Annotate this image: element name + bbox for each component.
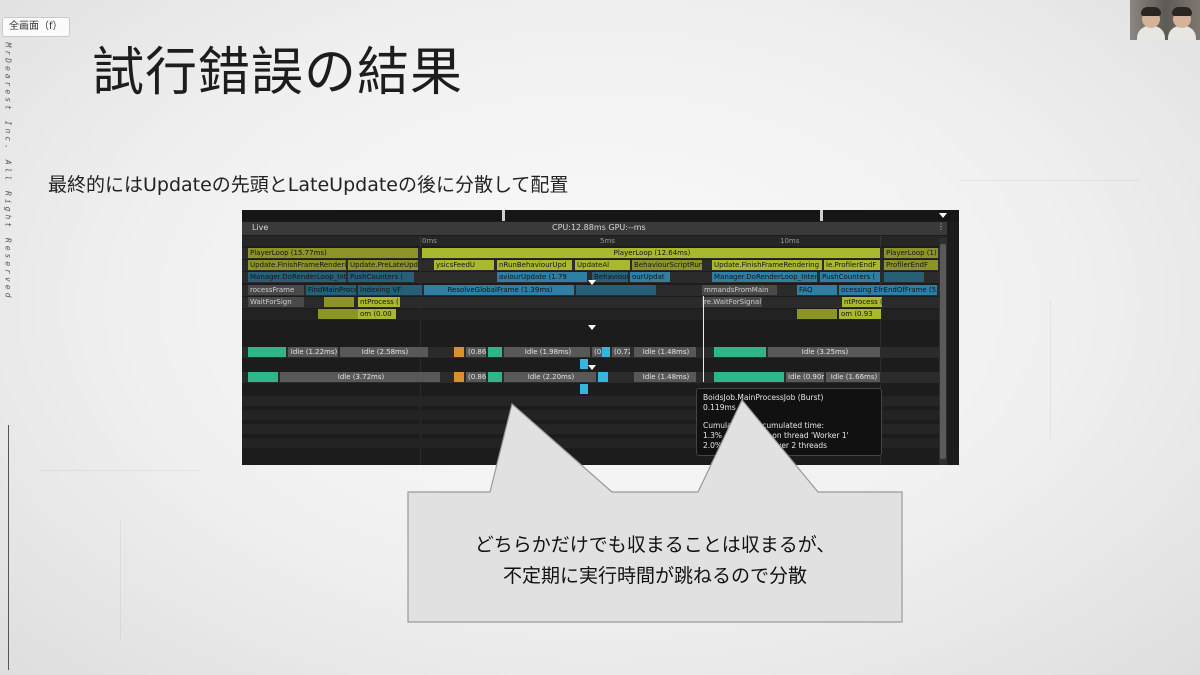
callout-line-1: どちらかだけでも収まることは収まるが、 (474, 534, 836, 556)
slide: 全画面（f） MrDearest Inc. All Right Reserved… (0, 0, 1200, 675)
callout-text: どちらかだけでも収まることは収まるが、 不定期に実行時間が跳ねるので分散 (410, 530, 900, 592)
callout-line-2: 不定期に実行時間が跳ねるので分散 (502, 565, 807, 587)
